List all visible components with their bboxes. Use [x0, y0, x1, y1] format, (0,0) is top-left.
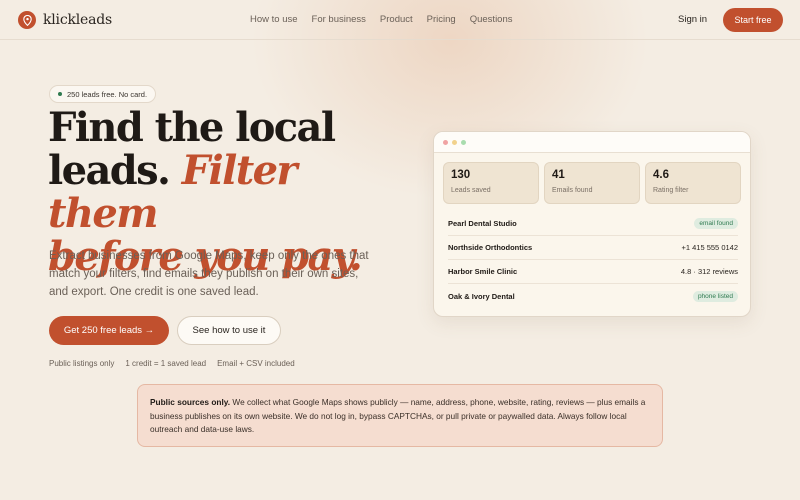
lead-rating: 4.8 · 312 reviews [680, 267, 738, 276]
free-leads-pill: 250 leads free. No card. [49, 85, 157, 103]
top-nav: klickleads How to use For business Produ… [0, 0, 800, 40]
lead-name: Harbor Smile Clinic [448, 267, 518, 276]
feature-item: Public listings only [49, 359, 115, 368]
nav-link-how-to-use[interactable]: How to use [250, 14, 298, 25]
stat-value: 4.6 [653, 169, 669, 181]
nav-link-for-business[interactable]: For business [312, 14, 366, 25]
stat-leads-saved: 130 Leads saved [443, 162, 539, 204]
window-minimize-dot-icon [452, 140, 457, 145]
brand-logo[interactable]: klickleads [18, 11, 112, 29]
start-free-button[interactable]: Start free [723, 8, 783, 32]
stat-emails-found: 41 Emails found [544, 162, 640, 204]
stat-value: 130 [451, 169, 471, 181]
headline-line-1: Find the local [48, 104, 336, 151]
list-item: Pearl Dental Studio email found [448, 212, 738, 236]
pin-icon [18, 11, 36, 29]
window-maximize-dot-icon [461, 140, 466, 145]
stat-value: 41 [552, 169, 565, 181]
nav-link-product[interactable]: Product [380, 14, 413, 25]
feature-item: Email + CSV included [217, 359, 295, 368]
lead-phone: +1 415 555 0142 [681, 243, 738, 252]
status-badge: phone listed [692, 290, 738, 302]
stats-row: 130 Leads saved 41 Emails found 4.6 Rati… [443, 162, 741, 204]
stat-label: Leads saved [451, 187, 491, 194]
list-item: Oak & Ivory Dental phone listed [448, 284, 738, 308]
sign-in-link[interactable]: Sign in [678, 14, 707, 25]
notice-title: Public sources only. [150, 397, 231, 407]
nav-link-questions[interactable]: Questions [470, 14, 513, 25]
nav-links: How to use For business Product Pricing … [250, 14, 513, 25]
status-dot-icon [58, 92, 62, 96]
window-close-dot-icon [443, 140, 448, 145]
headline-line-2a: leads. [48, 147, 171, 194]
feature-item: 1 credit = 1 saved lead [125, 359, 207, 368]
get-free-leads-button[interactable]: Get 250 free leads → [49, 316, 169, 345]
status-badge: email found [694, 218, 738, 229]
stat-label: Rating filter [653, 187, 689, 194]
lead-list: Pearl Dental Studio email found Northsid… [448, 212, 738, 308]
lead-name: Northside Orthodontics [448, 243, 533, 252]
public-sources-notice: Public sources only. We collect what Goo… [137, 384, 663, 447]
pill-text: 250 leads free. No card. [67, 89, 148, 99]
brand-name: klickleads [43, 12, 113, 28]
nav-link-pricing[interactable]: Pricing [427, 14, 456, 25]
see-how-button[interactable]: See how to use it [177, 316, 281, 345]
hero-description: Extract businesses from Google Maps, kee… [49, 250, 369, 298]
stat-label: Emails found [552, 187, 593, 194]
window-titlebar [434, 132, 750, 153]
stat-rating-filter: 4.6 Rating filter [645, 162, 741, 204]
feature-list: Public listings only 1 credit = 1 saved … [49, 359, 295, 368]
lead-name: Pearl Dental Studio [448, 219, 517, 228]
list-item: Northside Orthodontics +1 415 555 0142 [448, 236, 738, 260]
list-item: Harbor Smile Clinic 4.8 · 312 reviews [448, 260, 738, 284]
dashboard-preview: 130 Leads saved 41 Emails found 4.6 Rati… [433, 131, 751, 317]
lead-name: Oak & Ivory Dental [448, 291, 515, 301]
